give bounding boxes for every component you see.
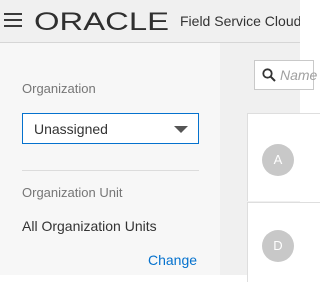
organization-select[interactable]: Unassigned	[22, 113, 199, 144]
organization-select-value: Unassigned	[34, 121, 108, 137]
sidebar: Organization Unassigned Organization Uni…	[0, 43, 220, 275]
search-input[interactable]: Name	[254, 60, 318, 90]
organization-unit-label: Organization Unit	[22, 185, 123, 200]
avatar: A	[262, 144, 294, 176]
main-content: Name A D	[220, 43, 320, 282]
menu-icon[interactable]	[4, 13, 22, 27]
change-link[interactable]: Change	[148, 252, 197, 268]
list-item[interactable]: A	[247, 113, 320, 201]
search-placeholder: Name	[280, 67, 318, 83]
avatar: D	[262, 230, 294, 262]
oracle-logo: ORACLE	[34, 8, 169, 36]
app-name: Field Service Cloud	[180, 13, 300, 29]
app-header: ORACLE Field Service Cloud	[0, 0, 300, 43]
svg-text:ORACLE: ORACLE	[34, 8, 169, 36]
search-icon	[262, 68, 276, 82]
organization-unit-value: All Organization Units	[22, 218, 157, 234]
chevron-down-icon	[174, 126, 188, 133]
divider	[22, 170, 199, 171]
organization-label: Organization	[22, 81, 96, 96]
list-item[interactable]: D	[247, 202, 320, 282]
